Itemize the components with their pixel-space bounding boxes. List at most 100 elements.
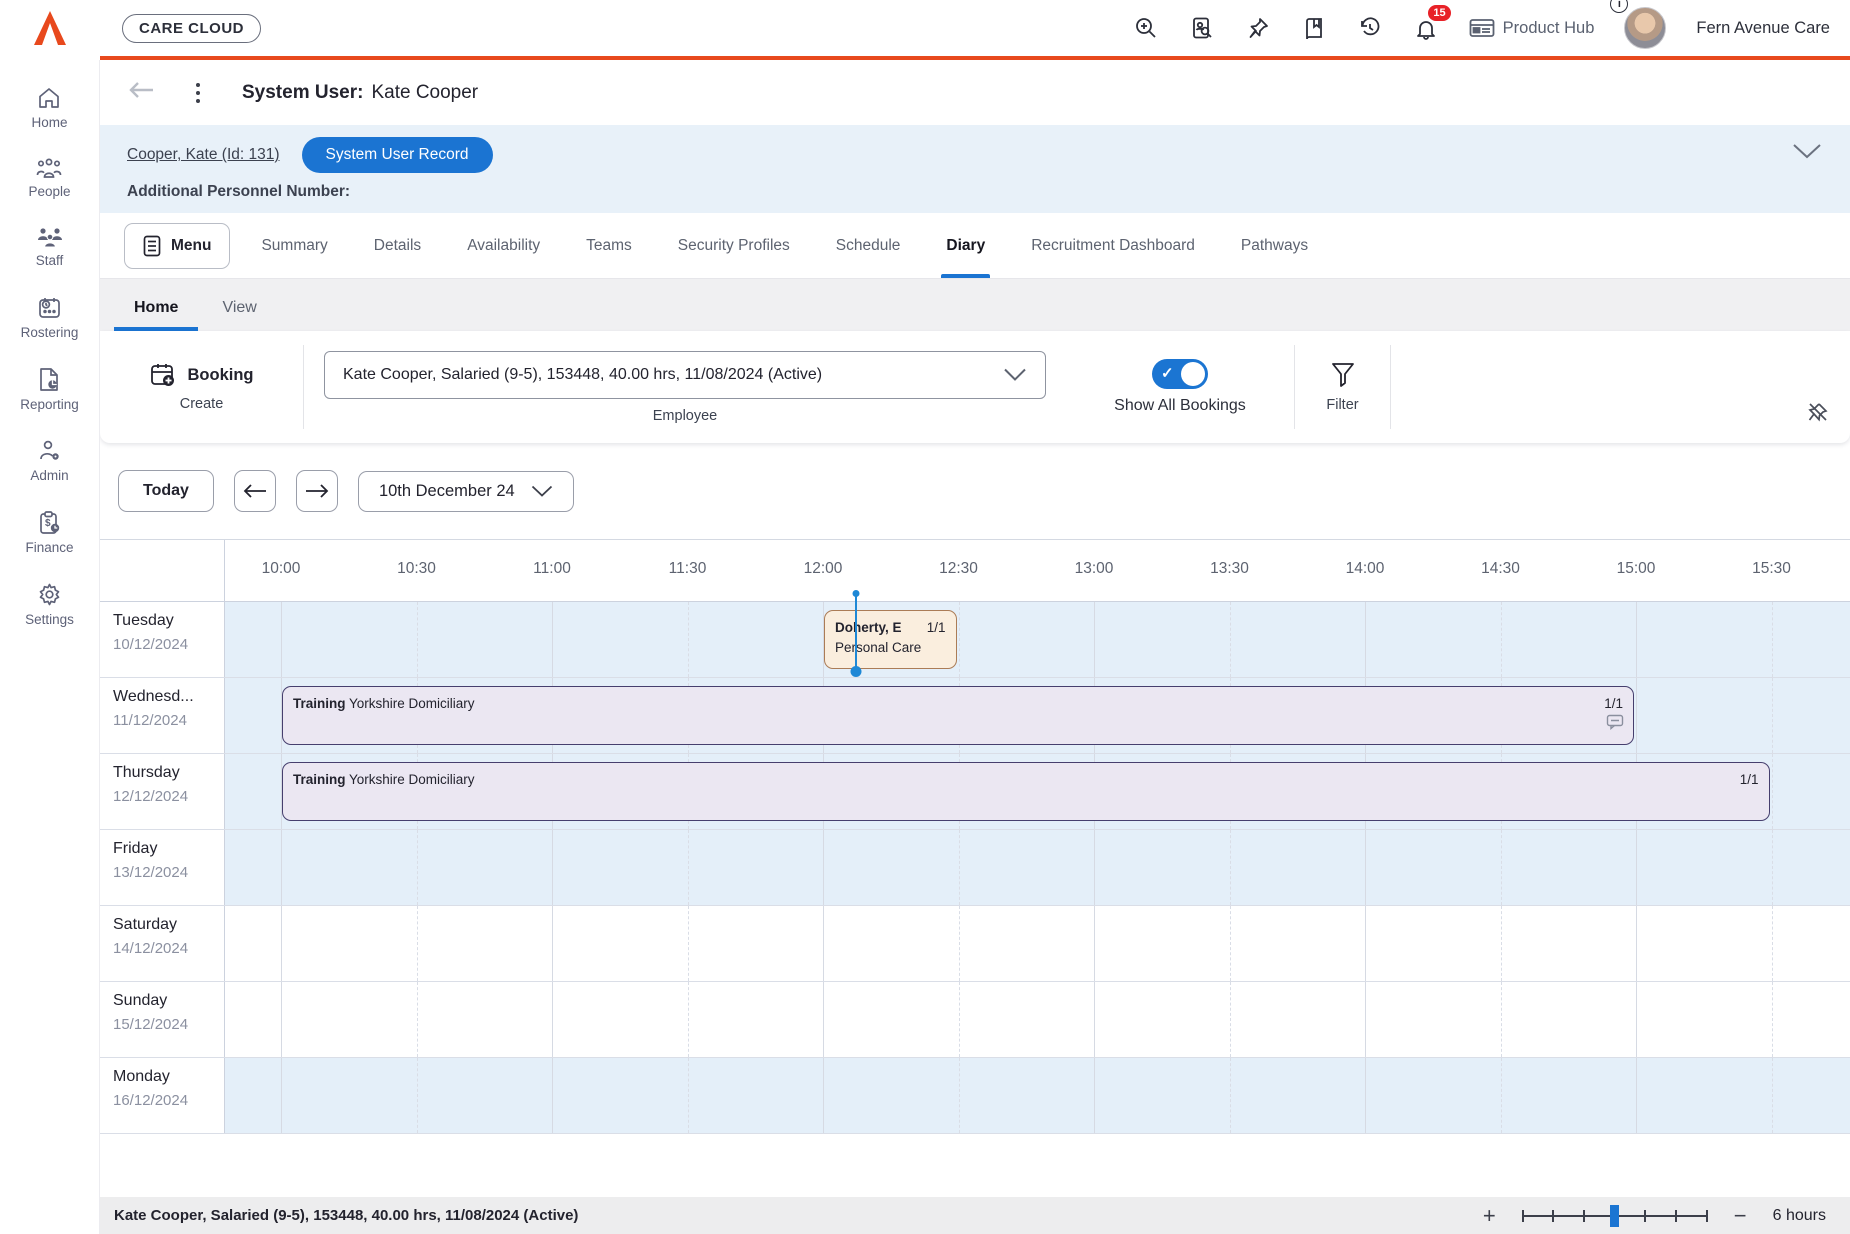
subtab-view[interactable]: View (200, 299, 278, 331)
zoom-out-button[interactable]: − (1734, 1205, 1747, 1227)
zoom-slider-thumb[interactable] (1610, 1205, 1619, 1227)
day-timeline[interactable]: Training Yorkshire Domiciliary1/1 (225, 678, 1850, 753)
person-search-icon[interactable] (1189, 15, 1215, 41)
back-arrow-icon[interactable] (128, 80, 154, 105)
day-label-cell[interactable]: Tuesday10/12/2024 (100, 602, 225, 677)
day-timeline[interactable] (225, 906, 1850, 981)
grid-line (552, 830, 553, 905)
sidebar-item-label: Home (31, 115, 67, 130)
day-timeline[interactable]: Doherty, E1/1Personal Care (225, 602, 1850, 677)
history-icon[interactable] (1357, 15, 1383, 41)
previous-day-button[interactable] (234, 470, 276, 512)
tab-diary[interactable]: Diary (923, 213, 1008, 278)
sidebar-item-finance[interactable]: $Finance (25, 510, 73, 555)
zoom-slider[interactable] (1522, 1204, 1708, 1228)
zoom-search-icon[interactable] (1133, 15, 1159, 41)
sidebar-item-admin[interactable]: Admin (30, 439, 68, 483)
day-name: Wednesd... (113, 688, 224, 706)
event-title: Doherty, E (835, 618, 902, 638)
menu-button[interactable]: Menu (124, 223, 230, 269)
grid-line (688, 1058, 689, 1133)
unpin-icon[interactable] (1806, 400, 1830, 429)
brand-logo-icon[interactable] (0, 9, 100, 47)
product-hub-button[interactable]: Product Hub (1469, 17, 1595, 39)
create-booking-button[interactable]: Booking Create (100, 331, 303, 443)
info-icon[interactable]: i (1610, 0, 1628, 13)
avatar-photo (1624, 7, 1666, 49)
day-label-cell[interactable]: Sunday15/12/2024 (100, 982, 225, 1057)
record-link[interactable]: Cooper, Kate (Id: 131) (127, 146, 280, 164)
today-button[interactable]: Today (118, 470, 214, 512)
next-day-button[interactable] (296, 470, 338, 512)
grid-line (1636, 678, 1637, 753)
pin-icon[interactable] (1245, 15, 1271, 41)
employee-select[interactable]: Kate Cooper, Salaried (9-5), 153448, 40.… (324, 351, 1046, 399)
booking-event[interactable]: Training Yorkshire Domiciliary1/1 (282, 762, 1770, 821)
filter-button[interactable]: Filter (1295, 331, 1390, 443)
date-dropdown[interactable]: 10th December 24 (358, 471, 574, 512)
user-avatar[interactable]: i (1624, 7, 1666, 49)
time-tick-label: 10:00 (241, 560, 321, 578)
tab-security-profiles[interactable]: Security Profiles (655, 213, 813, 278)
time-tick-label: 10:30 (377, 560, 457, 578)
booking-event[interactable]: Doherty, E1/1Personal Care (824, 610, 957, 669)
show-all-bookings-toggle[interactable]: ✓ (1152, 359, 1208, 389)
notifications-bell-icon[interactable]: 15 (1413, 15, 1439, 41)
sidebar-item-people[interactable]: People (28, 157, 70, 199)
day-label-cell[interactable]: Monday16/12/2024 (100, 1058, 225, 1133)
sidebar-item-settings[interactable]: Settings (25, 582, 74, 627)
grid-line (1636, 906, 1637, 981)
current-time-indicator (855, 593, 857, 672)
day-timeline[interactable] (225, 982, 1850, 1057)
tab-teams[interactable]: Teams (563, 213, 655, 278)
grid-line (417, 1058, 418, 1133)
additional-personnel-label: Additional Personnel Number: (127, 183, 1850, 203)
grid-line (281, 982, 282, 1057)
day-timeline[interactable] (225, 1058, 1850, 1133)
tab-details[interactable]: Details (351, 213, 444, 278)
kebab-menu-icon[interactable] (192, 79, 204, 107)
sidebar-item-rostering[interactable]: Rostering (21, 295, 79, 340)
grid-line (1501, 982, 1502, 1057)
booking-event[interactable]: Training Yorkshire Domiciliary1/1 (282, 686, 1634, 745)
chevron-down-icon (531, 485, 553, 497)
day-name: Tuesday (113, 612, 224, 630)
day-label-cell[interactable]: Saturday14/12/2024 (100, 906, 225, 981)
tab-summary[interactable]: Summary (238, 213, 350, 278)
grid-line (1094, 602, 1095, 677)
sidebar-item-home[interactable]: Home (31, 86, 67, 130)
day-timeline[interactable] (225, 830, 1850, 905)
grid-line (688, 906, 689, 981)
day-label-cell[interactable]: Wednesd...11/12/2024 (100, 678, 225, 753)
collapse-chevron-icon[interactable] (1792, 143, 1822, 164)
grid-line (1094, 830, 1095, 905)
subtab-home[interactable]: Home (112, 299, 200, 331)
grid-line (1094, 1058, 1095, 1133)
menu-list-icon (143, 235, 161, 257)
sidebar-item-staff[interactable]: Staff (36, 226, 64, 268)
tab-schedule[interactable]: Schedule (813, 213, 924, 278)
day-label-cell[interactable]: Thursday12/12/2024 (100, 754, 225, 829)
day-timeline[interactable]: Training Yorkshire Domiciliary1/1 (225, 754, 1850, 829)
employee-select-value: Kate Cooper, Salaried (9-5), 153448, 40.… (343, 366, 822, 384)
booking-calendar-plus-icon (150, 362, 176, 388)
comment-icon[interactable] (1606, 714, 1624, 736)
grid-line (1230, 1058, 1231, 1133)
day-row: Tuesday10/12/2024 Doherty, E1/1Personal C… (100, 602, 1850, 678)
tab-recruitment-dashboard[interactable]: Recruitment Dashboard (1008, 213, 1218, 278)
topbar: CARE CLOUD 15 Product Hub (0, 0, 1850, 56)
day-row: Saturday14/12/2024 (100, 906, 1850, 982)
bookmark-icon[interactable] (1301, 15, 1327, 41)
grid-line (1772, 982, 1773, 1057)
day-label-cell[interactable]: Friday13/12/2024 (100, 830, 225, 905)
system-user-record-button[interactable]: System User Record (302, 137, 493, 173)
grid-line (552, 982, 553, 1057)
tab-availability[interactable]: Availability (444, 213, 563, 278)
grid-line (688, 830, 689, 905)
settings-icon (37, 582, 62, 607)
day-name: Saturday (113, 916, 224, 934)
zoom-in-button[interactable]: + (1483, 1205, 1496, 1227)
tab-pathways[interactable]: Pathways (1218, 213, 1331, 278)
sidebar-item-reporting[interactable]: Reporting (20, 367, 79, 412)
grid-line (1772, 830, 1773, 905)
